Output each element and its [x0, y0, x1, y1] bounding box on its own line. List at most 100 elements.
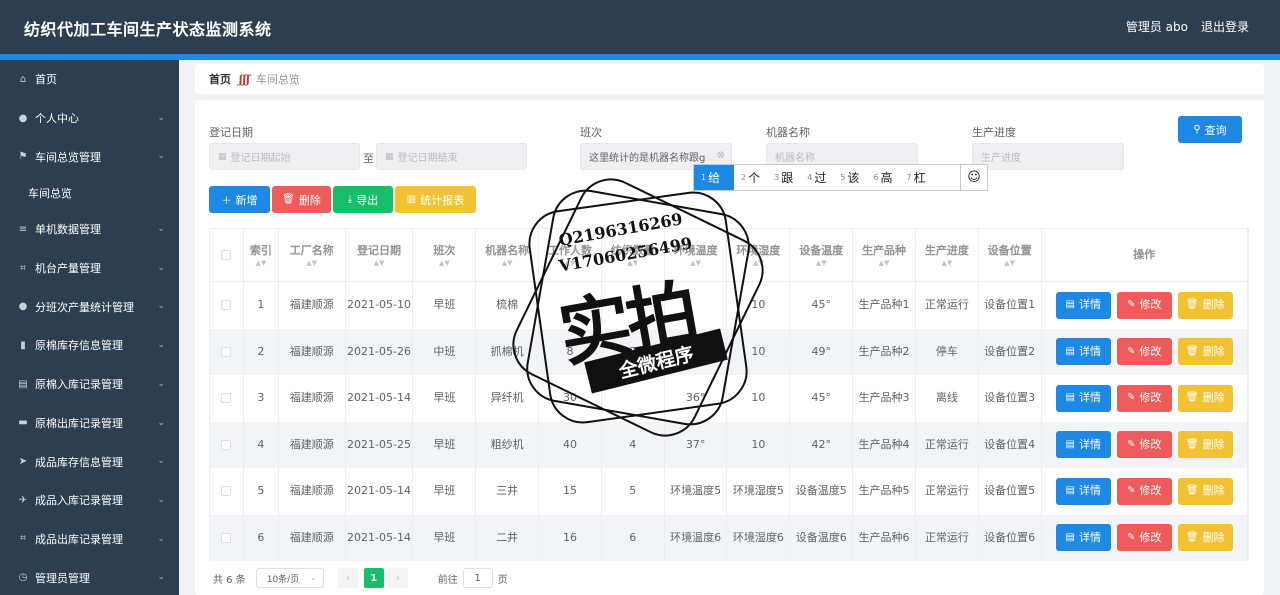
- sort-caret-icon[interactable]: ▲▼: [941, 260, 952, 267]
- table-header-cell[interactable]: 班次 ▲▼: [413, 229, 477, 281]
- table-header-cell[interactable]: 登记日期 ▲▼: [346, 229, 414, 281]
- detail-button[interactable]: ▤ 详情: [1055, 384, 1111, 412]
- edit-button[interactable]: ✎ 修改: [1116, 291, 1172, 319]
- delete-button[interactable]: 🗑 删除: [1177, 477, 1233, 505]
- table-header-cell[interactable]: 环境温度 ▲▼: [665, 229, 728, 281]
- ime-candidate[interactable]: 5该: [833, 165, 866, 190]
- next-page-button[interactable]: ›: [387, 568, 408, 588]
- query-button[interactable]: ⚲ 查询: [1178, 116, 1242, 143]
- sort-caret-icon[interactable]: ▲▼: [374, 260, 385, 267]
- sidebar-item[interactable]: ⌂ 首页: [0, 60, 179, 99]
- delete-button[interactable]: 🗑 删除: [1177, 291, 1233, 319]
- emoji-icon[interactable]: ☺: [960, 165, 987, 190]
- sort-caret-icon[interactable]: ▲▼: [306, 260, 317, 267]
- sort-caret-icon[interactable]: ▲▼: [690, 260, 701, 267]
- edit-button[interactable]: ✎ 修改: [1116, 477, 1172, 505]
- sidebar-item[interactable]: ⌗ 机台产量管理 ⌄: [0, 249, 179, 288]
- sort-caret-icon[interactable]: ▲▼: [565, 260, 576, 267]
- goto-page-input[interactable]: 1: [462, 568, 493, 588]
- date-start-input[interactable]: ▦ 登记日期起始: [209, 143, 360, 170]
- export-button[interactable]: ⤓ 导出: [333, 186, 393, 213]
- column-header-label: 生产进度: [924, 243, 969, 257]
- delete-button[interactable]: 🗑 删除: [1177, 338, 1233, 366]
- ime-candidate-text: 该: [847, 171, 860, 185]
- detail-button[interactable]: ▤ 详情: [1055, 524, 1111, 552]
- home-icon: ⌂: [19, 73, 27, 85]
- sidebar-item[interactable]: ➤ 成品库存信息管理 ⌄: [0, 442, 179, 481]
- table-header-cell[interactable]: 生产进度 ▲▼: [916, 229, 979, 281]
- logout-link[interactable]: 退出登录: [1201, 18, 1249, 35]
- edit-button[interactable]: ✎ 修改: [1116, 384, 1172, 412]
- row-checkbox[interactable]: [221, 439, 232, 450]
- sidebar-item[interactable]: ▤ 原棉入库记录管理 ⌄: [0, 365, 179, 404]
- sort-caret-icon[interactable]: ▲▼: [816, 260, 827, 267]
- table-header-cell[interactable]: 生产品种 ▲▼: [853, 229, 916, 281]
- add-button[interactable]: ＋ 新增: [209, 186, 270, 213]
- report-button[interactable]: ▥ 统计报表: [395, 186, 476, 213]
- trash-icon: 🗑: [282, 194, 295, 205]
- clear-icon[interactable]: ⊗: [717, 150, 725, 161]
- ime-candidate[interactable]: 3跟: [767, 165, 800, 190]
- row-checkbox[interactable]: [221, 300, 232, 311]
- page-size-select[interactable]: 10条/页 ⌄: [255, 568, 324, 588]
- delete-button[interactable]: 🗑 删除: [1177, 431, 1233, 459]
- table-header-cell[interactable]: 工作人数 ▲▼: [539, 229, 602, 281]
- sidebar-item[interactable]: ● 个人中心 ⌄: [0, 99, 179, 138]
- sidebar-item[interactable]: ◷ 管理员管理 ⌄: [0, 558, 179, 595]
- row-checkbox[interactable]: [221, 486, 232, 497]
- sort-caret-icon[interactable]: ▲▼: [627, 260, 638, 267]
- ime-candidate[interactable]: 4过: [800, 165, 833, 190]
- sort-caret-icon[interactable]: ▲▼: [753, 260, 764, 267]
- row-actions: ▤ 详情 ✎ 修改 🗑 删除: [1042, 375, 1248, 422]
- table-cell: 福建顺源: [279, 468, 346, 515]
- ime-candidate[interactable]: 1给: [694, 165, 734, 190]
- sidebar-item[interactable]: 车间总览: [0, 176, 179, 210]
- sidebar-item[interactable]: ▬ 原棉出库记录管理 ⌄: [0, 404, 179, 443]
- sidebar-item[interactable]: ▮ 原棉库存信息管理 ⌄: [0, 326, 179, 365]
- sidebar-item[interactable]: ≡ 单机数据管理 ⌄: [0, 210, 179, 249]
- sort-caret-icon[interactable]: ▲▼: [439, 260, 450, 267]
- trash-icon: 🗑: [1185, 392, 1199, 403]
- date-end-input[interactable]: ▦ 登记日期结束: [376, 143, 527, 170]
- edit-button[interactable]: ✎ 修改: [1116, 338, 1172, 366]
- sidebar-item[interactable]: ✈ 成品入库记录管理 ⌄: [0, 481, 179, 520]
- sidebar-item[interactable]: ● 分班次产量统计管理 ⌄: [0, 287, 179, 326]
- row-checkbox[interactable]: [221, 346, 232, 357]
- sort-caret-icon[interactable]: ▲▼: [502, 260, 513, 267]
- ime-candidate[interactable]: 7杠: [900, 165, 933, 190]
- select-all-checkbox[interactable]: [221, 250, 232, 260]
- edit-button[interactable]: ✎ 修改: [1116, 524, 1172, 552]
- table-header-cell[interactable]: 设备温度 ▲▼: [790, 229, 854, 281]
- page-number-current[interactable]: 1: [363, 568, 384, 588]
- delete-button[interactable]: 🗑 删除: [1177, 524, 1233, 552]
- ime-candidate[interactable]: 2个: [734, 165, 767, 190]
- sort-caret-icon[interactable]: ▲▼: [255, 260, 266, 267]
- table-cell: 早班: [413, 282, 477, 329]
- table-header-cell[interactable]: 纺织数量 ▲▼: [602, 229, 665, 281]
- ime-candidate-text: 杠: [913, 171, 926, 185]
- row-checkbox[interactable]: [221, 393, 232, 404]
- detail-button[interactable]: ▤ 详情: [1055, 291, 1111, 319]
- detail-button[interactable]: ▤ 详情: [1055, 338, 1111, 366]
- delete-button[interactable]: 🗑 删除: [1177, 384, 1233, 412]
- file-icon: ▤: [1065, 531, 1075, 543]
- batch-delete-button[interactable]: 🗑 删除: [272, 186, 331, 213]
- ime-candidate[interactable]: 6高: [866, 165, 899, 190]
- sort-caret-icon[interactable]: ▲▼: [1004, 260, 1015, 267]
- sidebar-item[interactable]: ⚑ 车间总览管理 ⌄: [0, 137, 179, 176]
- table-header-cell[interactable]: 机器名称 ▲▼: [476, 229, 540, 281]
- edit-button[interactable]: ✎ 修改: [1116, 431, 1172, 459]
- table-header-cell[interactable]: 工厂名称 ▲▼: [279, 229, 346, 281]
- table-header-cell[interactable]: 索引 ▲▼: [244, 229, 279, 281]
- breadcrumb-home[interactable]: 首页: [209, 71, 231, 87]
- sort-caret-icon[interactable]: ▲▼: [879, 260, 890, 267]
- prev-page-button[interactable]: ‹: [337, 568, 358, 588]
- list-icon: ≡: [18, 223, 28, 235]
- progress-input[interactable]: 生产进度: [972, 143, 1124, 170]
- sidebar-item[interactable]: ⌗ 成品出库记录管理 ⌄: [0, 520, 179, 559]
- table-header-cell[interactable]: 环境湿度 ▲▼: [727, 229, 791, 281]
- detail-button[interactable]: ▤ 详情: [1055, 477, 1111, 505]
- row-checkbox[interactable]: [221, 532, 232, 543]
- detail-button[interactable]: ▤ 详情: [1055, 431, 1111, 459]
- table-header-cell[interactable]: 设备位置 ▲▼: [979, 229, 1042, 281]
